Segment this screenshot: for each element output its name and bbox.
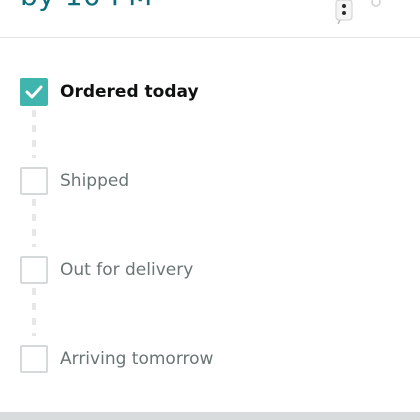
product-thumbnail[interactable] <box>328 0 388 24</box>
step-connector <box>32 288 36 336</box>
step-checkbox-checked <box>20 78 48 106</box>
step-connector <box>32 110 36 158</box>
step-checkbox-empty <box>20 345 48 373</box>
section-divider-bar <box>0 412 420 420</box>
step-connector <box>32 199 36 247</box>
step-label: Shipped <box>60 171 130 191</box>
step-checkbox-empty <box>20 167 48 195</box>
step-arriving: Arriving tomorrow <box>20 345 400 373</box>
step-label: Out for delivery <box>60 260 194 280</box>
delivery-estimate-title: by 10 PM <box>20 0 153 12</box>
step-label: Ordered today <box>60 82 199 102</box>
order-progress-tracker: Ordered today Shipped Out for delivery A… <box>0 38 420 408</box>
step-ordered: Ordered today <box>20 78 400 106</box>
checkmark-icon <box>25 85 43 99</box>
step-out-for-delivery: Out for delivery <box>20 256 400 284</box>
step-checkbox-empty <box>20 256 48 284</box>
delivery-tracker-page: by 10 PM Ordered today Shipped <box>0 0 420 420</box>
step-label: Arriving tomorrow <box>60 349 214 369</box>
delivery-header: by 10 PM <box>0 0 420 38</box>
step-shipped: Shipped <box>20 167 400 195</box>
